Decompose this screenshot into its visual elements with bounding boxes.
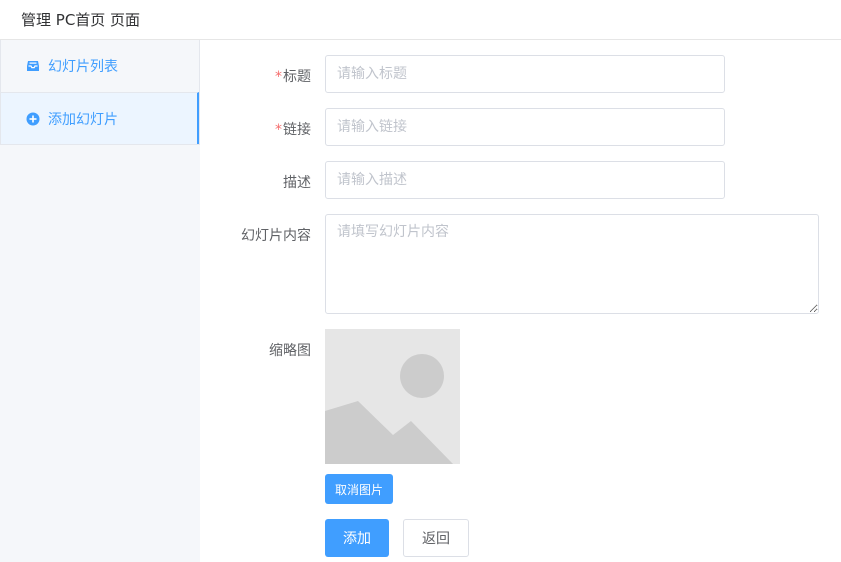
link-input[interactable] — [325, 108, 725, 146]
plus-circle-icon — [26, 112, 40, 126]
sidebar: 幻灯片列表 添加幻灯片 — [0, 40, 200, 562]
page-title: 管理 PC首页 页面 — [21, 11, 141, 29]
sidebar-item-add-slide[interactable]: 添加幻灯片 — [1, 92, 199, 144]
content-textarea[interactable] — [325, 214, 819, 314]
link-label: *链接 — [275, 119, 311, 139]
sidebar-menu: 幻灯片列表 添加幻灯片 — [0, 40, 200, 145]
content-label: 幻灯片内容 — [241, 228, 311, 244]
sidebar-item-label: 添加幻灯片 — [48, 111, 118, 128]
title-input[interactable] — [325, 55, 725, 93]
description-input[interactable] — [325, 161, 725, 199]
add-slide-form: *标题 *链接 描述 幻灯片内容 缩略图 取消图片 添加 返回 — [200, 40, 841, 562]
thumbnail-preview[interactable] — [325, 329, 460, 464]
title-label: *标题 — [275, 66, 311, 86]
title-label-text: 标题 — [283, 69, 311, 85]
add-button[interactable]: 添加 — [325, 519, 389, 557]
inbox-icon — [26, 59, 40, 73]
back-button[interactable]: 返回 — [403, 519, 469, 557]
link-label-text: 链接 — [283, 122, 311, 138]
sidebar-item-slide-list[interactable]: 幻灯片列表 — [1, 40, 199, 92]
thumbnail-label: 缩略图 — [269, 343, 311, 359]
sidebar-item-label: 幻灯片列表 — [48, 59, 118, 75]
image-placeholder-icon — [325, 329, 460, 464]
required-mark: * — [275, 69, 282, 85]
cancel-image-button[interactable]: 取消图片 — [325, 474, 393, 504]
description-label: 描述 — [283, 175, 311, 191]
top-bar: 管理 PC首页 页面 — [0, 0, 841, 40]
required-mark: * — [275, 122, 282, 138]
